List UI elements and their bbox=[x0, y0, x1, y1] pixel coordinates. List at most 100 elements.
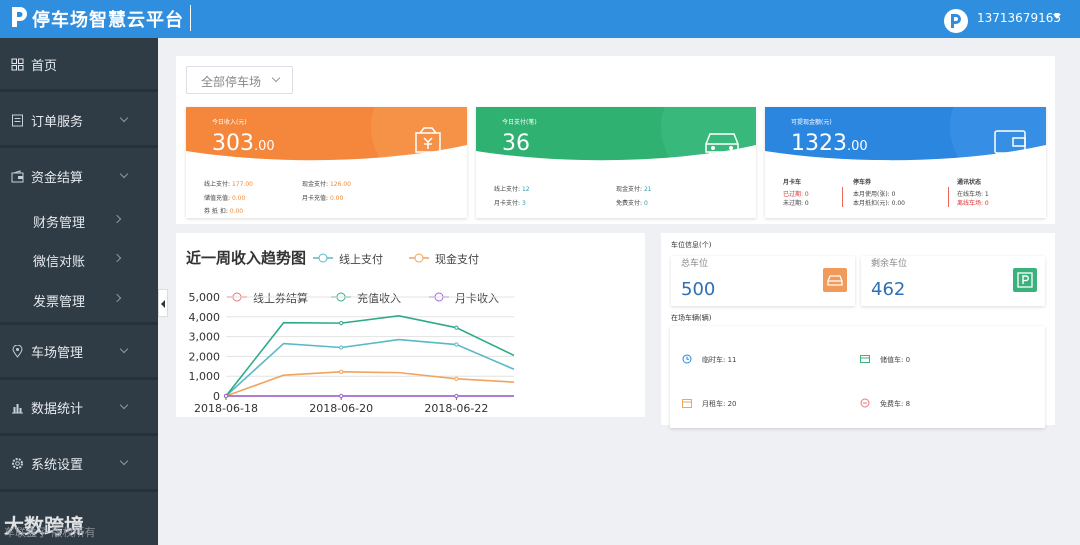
y-tick-label: 1,000 bbox=[189, 370, 221, 383]
sidebar-subitem-label: 财务管理 bbox=[33, 216, 86, 231]
sidebar-subitem-label: 微信对账 bbox=[33, 255, 86, 270]
col-row: 离线车场: 0 bbox=[957, 200, 989, 207]
row-value: 177.00 bbox=[231, 181, 253, 188]
section-title: 在场车辆(辆) bbox=[671, 314, 712, 322]
app-title: 停车场智慧云平台 bbox=[32, 10, 184, 31]
row-label: 免费支付: bbox=[616, 200, 643, 207]
vehicle-label: 月租车: bbox=[702, 400, 726, 408]
income-trend-chart: 01,0002,0003,0004,0005,0002018-06-18 2018… bbox=[189, 291, 515, 415]
card-value: 303.00 bbox=[212, 131, 275, 156]
sidebar-divider bbox=[0, 377, 158, 380]
col-title: 月卡车 bbox=[783, 179, 802, 186]
chart-title: 近一周收入趋势图 bbox=[186, 249, 307, 267]
vehicle-free: 免费车: 8 bbox=[860, 398, 911, 409]
card-value: 1323.00 bbox=[791, 131, 868, 156]
wallet-icon bbox=[994, 130, 1026, 154]
sidebar-item-parking-lots[interactable]: 车场管理 bbox=[0, 342, 158, 362]
section-title: 车位信息(个) bbox=[671, 241, 712, 249]
col-row: 未过期: 0 bbox=[783, 200, 809, 207]
y-tick-label: 3,000 bbox=[189, 331, 221, 344]
series-line bbox=[225, 338, 515, 397]
car-icon bbox=[705, 133, 739, 156]
vehicle-label: 临时车: bbox=[702, 356, 726, 364]
chevron-down-icon bbox=[119, 344, 129, 354]
parking-logo-icon bbox=[12, 7, 27, 27]
series-line bbox=[225, 371, 515, 397]
sidebar-item-label: 订单服务 bbox=[31, 115, 84, 130]
x-tick-label: 2018-06-20 bbox=[309, 402, 373, 415]
row-value: 0.00 bbox=[231, 195, 246, 202]
row-value: 12 bbox=[521, 186, 530, 193]
sidebar-divider bbox=[0, 489, 158, 492]
location-pin-icon bbox=[12, 345, 23, 358]
chevron-down-icon bbox=[119, 169, 129, 179]
vehicle-value: 20 bbox=[727, 400, 737, 408]
row-label: 储值充值: bbox=[204, 195, 231, 202]
watermark-faint-text: 车联盒子 版权所有 bbox=[4, 526, 96, 539]
legend-label: 现金支付 bbox=[435, 253, 479, 266]
row-value: 0 bbox=[643, 200, 648, 207]
chevron-right-icon bbox=[112, 253, 122, 263]
card-title: 今日支付(笔) bbox=[502, 119, 537, 126]
money-box-icon bbox=[415, 127, 441, 153]
sidebar: 首页 订单服务 资金结算 财务管理 微信对账 发票管理 车场管理 数据统计 系统… bbox=[0, 38, 158, 545]
row-label: 月卡充值: bbox=[302, 195, 329, 202]
data-point bbox=[454, 325, 459, 330]
user-avatar[interactable] bbox=[944, 9, 968, 33]
calendar-icon bbox=[682, 399, 692, 408]
user-phone[interactable]: 13713679165 bbox=[977, 11, 1061, 25]
wallet-icon bbox=[11, 170, 24, 183]
vehicle-value: 11 bbox=[727, 356, 737, 364]
vehicle-stored-value: 储值车: 0 bbox=[860, 355, 910, 365]
balance-card: 可提现金额(元) 1323.00 月卡车 已过期: 0 未过期: 0 停车券 本… bbox=[765, 107, 1046, 218]
col-row: 本月使用(张): 0 bbox=[853, 191, 896, 198]
col-row: 在线车场: 1 bbox=[957, 191, 989, 198]
document-icon bbox=[12, 114, 23, 127]
row-label: 券 抵 扣: bbox=[204, 208, 228, 215]
card-title: 今日收入(元) bbox=[212, 119, 247, 126]
slot-value: 500 bbox=[681, 279, 716, 300]
card-value-int: 303 bbox=[212, 131, 254, 156]
chevron-down-icon bbox=[119, 456, 129, 466]
top-bar: 停车场智慧云平台 13713679165 bbox=[0, 0, 1080, 38]
grid-icon bbox=[11, 58, 24, 71]
legend-item[interactable]: 现金支付 bbox=[409, 251, 479, 267]
gear-icon bbox=[12, 458, 23, 469]
card-title: 可提现金额(元) bbox=[791, 119, 832, 126]
row-value: 3 bbox=[521, 200, 526, 207]
vehicle-value: 0 bbox=[905, 356, 911, 364]
sidebar-divider bbox=[0, 433, 158, 436]
data-point bbox=[339, 345, 344, 350]
sidebar-divider bbox=[0, 89, 158, 92]
slot-label: 总车位 bbox=[681, 259, 709, 269]
legend-label: 线上支付 bbox=[339, 253, 383, 266]
sidebar-item-label: 系统设置 bbox=[31, 458, 84, 473]
sidebar-item-system-settings[interactable]: 系统设置 bbox=[0, 454, 158, 474]
slot-value: 462 bbox=[871, 279, 906, 300]
col-row: 本月抵扣(元): 0.00 bbox=[853, 200, 905, 207]
legend-item[interactable]: 线上支付 bbox=[313, 251, 383, 267]
x-tick-label: 2018-06-18 bbox=[194, 402, 258, 415]
sidebar-item-home[interactable]: 首页 bbox=[0, 55, 158, 75]
income-card: 今日收入(元) 303.00 线上支付: 177.00 现金支付: 126.00… bbox=[186, 107, 467, 218]
y-tick-label: 2,000 bbox=[189, 350, 221, 363]
vehicle-value: 8 bbox=[905, 400, 911, 408]
sidebar-item-settlement[interactable]: 资金结算 bbox=[0, 167, 158, 187]
parking-lot-select[interactable]: 全部停车场 bbox=[186, 66, 293, 94]
sidebar-collapse-toggle[interactable] bbox=[158, 289, 168, 317]
sidebar-subitem-label: 发票管理 bbox=[33, 295, 86, 310]
sidebar-subitem-finance[interactable]: 财务管理 bbox=[0, 200, 158, 238]
user-menu-caret-icon[interactable] bbox=[1053, 14, 1061, 19]
row-label: 线上支付: bbox=[204, 181, 231, 188]
x-tick-label: 2018-06-22 bbox=[424, 402, 488, 415]
sidebar-item-orders[interactable]: 订单服务 bbox=[0, 111, 158, 131]
data-point bbox=[339, 393, 344, 399]
parking-sign-icon bbox=[1013, 268, 1037, 292]
data-point bbox=[339, 369, 344, 374]
sidebar-subitem-wechat-reconcile[interactable]: 微信对账 bbox=[0, 239, 158, 277]
row-label: 线上支付: bbox=[494, 186, 521, 193]
sidebar-subitem-invoice[interactable]: 发票管理 bbox=[0, 279, 158, 317]
sidebar-item-label: 首页 bbox=[31, 59, 58, 74]
select-value: 全部停车场 bbox=[201, 75, 262, 89]
sidebar-item-statistics[interactable]: 数据统计 bbox=[0, 398, 158, 418]
